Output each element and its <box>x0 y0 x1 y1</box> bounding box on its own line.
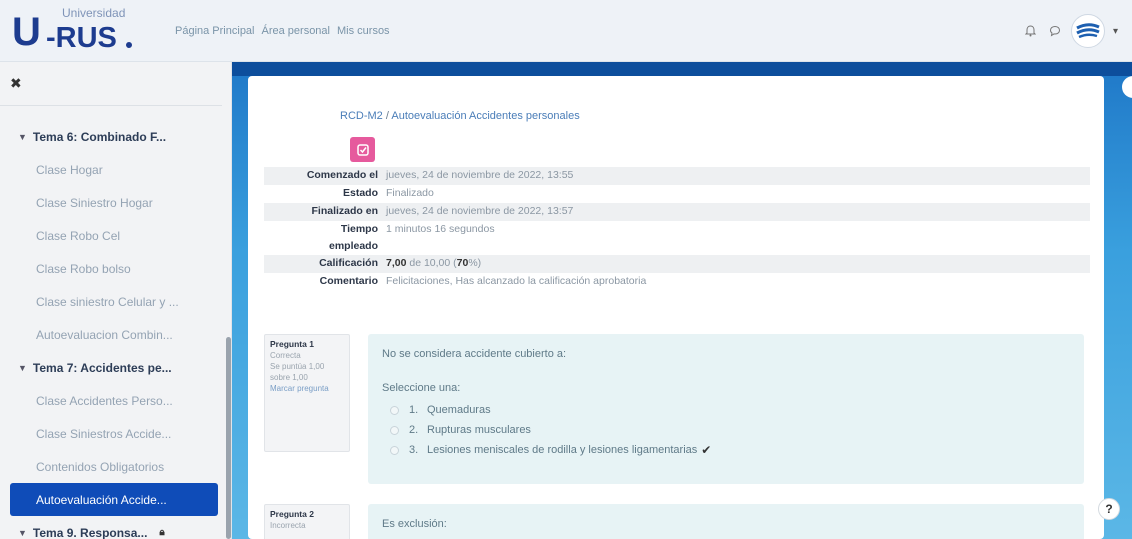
option-number: 3. <box>409 444 419 456</box>
university-logo[interactable]: Universidad U -RUS <box>12 4 152 56</box>
breadcrumb-separator: / <box>385 110 389 122</box>
lock-icon: 🔒︎ <box>159 527 165 538</box>
top-nav-links: Página Principal Área personal Mis curso… <box>175 25 390 37</box>
question-1-info: Pregunta 1 Correcta Se puntúa 1,00 sobre… <box>264 334 350 452</box>
bell-icon[interactable] <box>1023 23 1039 39</box>
question-2-prompt: Es exclusión: <box>382 518 447 530</box>
quiz-icon <box>350 137 375 162</box>
option-text: Rupturas musculares <box>427 424 531 436</box>
chevron-down-icon: ▼ <box>18 362 27 373</box>
header-wave <box>232 62 1132 76</box>
question-2-info: Pregunta 2 Incorrecta <box>264 504 350 539</box>
sidebar-item-contenidos-obligatorios[interactable]: Contenidos Obligatorios <box>0 450 222 483</box>
breadcrumb-course-link[interactable]: RCD-M2 <box>340 110 383 122</box>
summary-value-time: 1 minutos 16 segundos <box>386 223 495 235</box>
grade-out-of: de 10,00 ( <box>406 257 457 269</box>
sidebar-divider <box>0 105 222 106</box>
question-1-points: Se puntúa 1,00 sobre 1,00 <box>270 362 325 382</box>
question-1-option-1: 1. Quemaduras <box>382 400 1070 420</box>
summary-key-comment: Comentario <box>319 275 378 287</box>
navbar-actions: ▾ <box>1023 14 1118 48</box>
summary-key-finished: Finalizado en <box>311 205 378 217</box>
sidebar-section-tema-9[interactable]: ▼ Tema 9. Responsa... 🔒︎ <box>0 516 222 539</box>
summary-value-finished: jueves, 24 de noviembre de 2022, 13:57 <box>386 205 574 217</box>
summary-row-comment: Comentario Felicitaciones, Has alcanzado… <box>264 273 1090 291</box>
user-avatar[interactable] <box>1070 14 1105 48</box>
sidebar-item-clase-accidentes[interactable]: Clase Accidentes Perso... <box>0 384 222 417</box>
chevron-down-icon: ▼ <box>18 131 27 142</box>
nav-link-home[interactable]: Página Principal <box>175 25 255 37</box>
sidebar-section-label: Tema 7: Accidentes pe... <box>32 360 172 375</box>
question-2-content: Es exclusión: <box>368 504 1084 539</box>
summary-row-state: Estado Finalizado <box>264 185 1090 203</box>
nav-link-my-courses[interactable]: Mis cursos <box>337 25 390 37</box>
course-index-list: ▼ Tema 6: Combinado F... Clase Hogar Clas… <box>0 120 222 539</box>
summary-value-state: Finalizado <box>386 187 434 199</box>
attempt-summary-table: Comenzado el jueves, 24 de noviembre de … <box>264 167 1090 291</box>
question-1-title: Pregunta 1 <box>270 339 314 349</box>
option-text: Quemaduras <box>427 404 491 416</box>
sidebar-scrollbar[interactable] <box>226 337 231 539</box>
option-radio <box>390 405 399 415</box>
chevron-down-icon: ▼ <box>18 527 27 538</box>
grade-score: 7,00 <box>386 257 407 269</box>
help-button[interactable]: ? <box>1098 498 1120 520</box>
course-index-sidebar: ✖ ▼ Tema 6: Combinado F... Clase Hogar Cl… <box>0 62 232 539</box>
option-radio <box>390 425 399 435</box>
option-radio <box>390 445 399 455</box>
sidebar-section-label: Tema 6: Combinado F... <box>32 129 167 144</box>
question-1-select-label: Seleccione una: <box>382 382 461 394</box>
top-navbar: Universidad U -RUS Página Principal Área… <box>0 0 1132 62</box>
grade-percent-end: %) <box>468 257 482 269</box>
flag-question-1-link[interactable]: Marcar pregunta <box>270 383 344 394</box>
summary-key-time: Tiempo empleado <box>264 221 382 255</box>
option-text: Lesiones meniscales de rodilla y lesione… <box>427 444 698 456</box>
question-2-status: Incorrecta <box>270 521 306 530</box>
summary-row-finished: Finalizado en jueves, 24 de noviembre de… <box>264 203 1090 221</box>
question-1-content: No se considera accidente cubierto a: Se… <box>368 334 1084 484</box>
sidebar-item-clase-robo-bolso[interactable]: Clase Robo bolso <box>0 252 222 285</box>
grade-percent: 70 <box>456 257 469 269</box>
sidebar-item-clase-siniestros-accidentes[interactable]: Clase Siniestros Accide... <box>0 417 222 450</box>
sidebar-item-clase-hogar[interactable]: Clase Hogar <box>0 153 222 186</box>
option-number: 2. <box>409 424 419 436</box>
sidebar-item-clase-robo-cel[interactable]: Clase Robo Cel <box>0 219 222 252</box>
summary-key-grade: Calificación <box>319 257 378 269</box>
sidebar-section-label: Tema 9. Responsa... <box>32 525 148 539</box>
sidebar-section-tema-6[interactable]: ▼ Tema 6: Combinado F... <box>0 120 222 153</box>
summary-row-started: Comenzado el jueves, 24 de noviembre de … <box>264 167 1090 185</box>
sidebar-section-tema-7[interactable]: ▼ Tema 7: Accidentes pe... <box>0 351 222 384</box>
correct-check-icon: ✔ <box>701 443 712 457</box>
summary-key-time-line2: empleado <box>328 240 378 252</box>
question-1-prompt: No se considera accidente cubierto a: <box>382 348 567 360</box>
summary-value-comment: Felicitaciones, Has alcanzado la calific… <box>386 275 647 287</box>
summary-key-started: Comenzado el <box>306 169 378 181</box>
chat-bubble-icon[interactable] <box>1047 23 1063 39</box>
summary-key-time-line1: Tiempo <box>340 223 378 235</box>
sidebar-item-clase-siniestro-hogar[interactable]: Clase Siniestro Hogar <box>0 186 222 219</box>
logo-dot <box>126 42 132 48</box>
logo-rus: -RUS <box>46 22 117 54</box>
question-1-status: Correcta <box>270 351 301 360</box>
logo-university-text: Universidad <box>62 6 126 20</box>
option-number: 1. <box>409 404 419 416</box>
sidebar-item-autoevaluacion-combinado[interactable]: Autoevaluacion Combin... <box>0 318 222 351</box>
logo-u: U <box>12 10 41 54</box>
close-sidebar-button[interactable]: ✖ <box>10 76 22 92</box>
breadcrumb: RCD-M2 / Autoevaluación Accidentes perso… <box>340 110 580 122</box>
nav-link-dashboard[interactable]: Área personal <box>262 25 331 37</box>
summary-row-grade: Calificación 7,00 de 10,00 (70%) <box>264 255 1090 273</box>
summary-value-started: jueves, 24 de noviembre de 2022, 13:55 <box>386 169 574 181</box>
summary-value-grade: 7,00 de 10,00 (70%) <box>382 255 1090 273</box>
summary-key-state: Estado <box>342 187 378 199</box>
sidebar-item-autoevaluacion-accidentes-active[interactable]: Autoevaluación Accide... <box>10 483 218 516</box>
question-1-option-2: 2. Rupturas musculares <box>382 420 1070 440</box>
summary-row-time: Tiempo empleado 1 minutos 16 segundos <box>264 221 1090 255</box>
user-menu-caret-icon[interactable]: ▾ <box>1113 26 1118 37</box>
breadcrumb-page-link[interactable]: Autoevaluación Accidentes personales <box>391 110 579 122</box>
question-1-option-3: 3. Lesiones meniscales de rodilla y lesi… <box>382 440 1070 460</box>
sidebar-item-clase-siniestro-celular[interactable]: Clase siniestro Celular y ... <box>0 285 222 318</box>
question-2-title: Pregunta 2 <box>270 509 314 519</box>
